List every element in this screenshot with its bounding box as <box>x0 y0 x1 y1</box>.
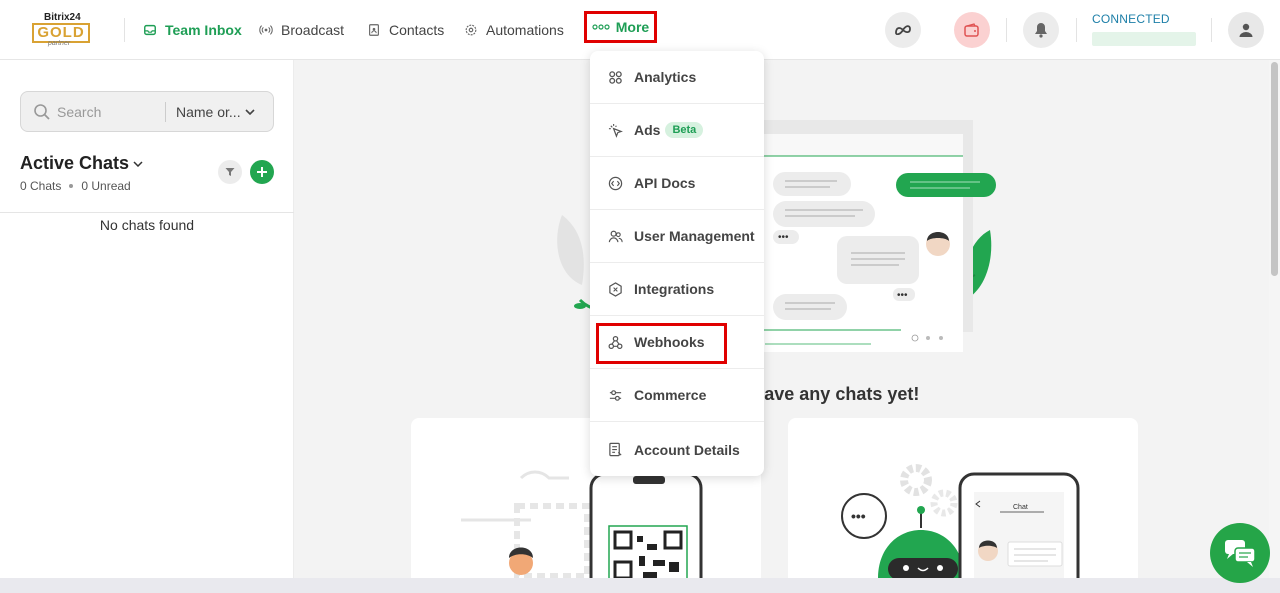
users-icon <box>608 230 623 242</box>
bell-icon <box>1035 23 1047 38</box>
wallet-button[interactable] <box>954 12 990 48</box>
menu-item-api-docs[interactable]: API Docs <box>590 157 764 210</box>
wallet-icon <box>964 23 979 37</box>
page-scrollbar[interactable] <box>1269 60 1280 578</box>
divider <box>1006 18 1007 42</box>
notifications-button[interactable] <box>1023 12 1059 48</box>
menu-item-analytics[interactable]: Analytics <box>590 51 764 104</box>
svg-text:•••: ••• <box>778 232 789 243</box>
contacts-icon <box>369 24 379 36</box>
brand-name: Bitrix24 <box>44 12 81 23</box>
sort-select-value: Name or... <box>176 103 241 120</box>
plus-icon <box>257 167 267 177</box>
nav-contacts[interactable]: Contacts <box>367 20 444 40</box>
webhooks-highlight-box <box>596 323 727 364</box>
svg-text:•••: ••• <box>897 290 908 301</box>
nav-broadcast[interactable]: Broadcast <box>259 20 344 40</box>
menu-item-commerce[interactable]: Commerce <box>590 369 764 422</box>
unread-count: 0 Unread <box>81 179 131 193</box>
connection-status-bar <box>1092 32 1196 46</box>
menu-item-account-details[interactable]: Account Details <box>590 423 764 476</box>
connection-status-label: CONNECTED <box>1092 12 1170 26</box>
more-dots-icon <box>592 24 610 30</box>
menu-item-label: Account Details <box>634 441 740 458</box>
menu-item-integrations[interactable]: Integrations <box>590 263 764 316</box>
chevron-down-icon <box>133 160 143 167</box>
scrollbar-thumb[interactable] <box>1271 62 1278 276</box>
chat-counts: 0 Chats 0 Unread <box>20 179 131 193</box>
chats-count: 0 Chats <box>20 179 62 193</box>
bottom-strip <box>0 578 1280 593</box>
brand-logo[interactable]: Bitrix24 GOLD partner <box>30 12 92 48</box>
user-icon <box>1239 23 1253 37</box>
menu-item-label: Analytics <box>634 69 697 85</box>
search-input[interactable] <box>57 103 165 120</box>
account-details-icon <box>609 442 622 457</box>
chat-bubbles-icon <box>1225 540 1256 567</box>
nav-more-label: More <box>615 19 650 35</box>
menu-item-ads[interactable]: Ads Beta <box>590 104 764 157</box>
illustration-chat-label: Chat <box>1013 504 1028 511</box>
chat-sidebar: Name or... Active Chats 0 Chats 0 Unread… <box>0 60 294 578</box>
menu-item-label: User Management <box>634 228 755 244</box>
search-divider <box>165 101 166 122</box>
brand-partner: partner <box>48 40 71 47</box>
more-dropdown-menu: Analytics Ads Beta API Docs User Managem… <box>590 51 764 476</box>
inbox-icon <box>144 24 156 36</box>
menu-item-label: Ads <box>634 122 661 138</box>
meta-icon <box>895 25 911 35</box>
filter-icon <box>225 168 235 176</box>
meta-button[interactable] <box>885 12 921 48</box>
gear-icon <box>465 24 477 36</box>
nav-automations-label: Automations <box>486 22 564 38</box>
main-panel: ••• ••• n't have any chats yet! ••• Chat <box>295 60 1269 578</box>
empty-chats-message: No chats found <box>99 217 195 233</box>
svg-text:•••: ••• <box>851 508 866 524</box>
menu-item-user-management[interactable]: User Management <box>590 210 764 263</box>
chatbot-card[interactable]: ••• Chat <box>788 418 1138 578</box>
chatbot-illustration: ••• Chat <box>841 464 1080 578</box>
api-docs-icon <box>608 176 623 190</box>
add-chat-button[interactable] <box>250 160 274 184</box>
commerce-icon <box>609 389 622 401</box>
user-avatar-button[interactable] <box>1228 12 1264 48</box>
menu-item-label: API Docs <box>634 175 696 191</box>
nav-automations[interactable]: Automations <box>464 20 564 40</box>
search-icon <box>34 103 50 120</box>
divider <box>124 18 125 42</box>
search-bar: Name or... <box>20 91 274 132</box>
chat-support-button[interactable] <box>1210 523 1270 583</box>
sort-select[interactable]: Name or... <box>176 104 255 120</box>
filter-button[interactable] <box>218 160 242 184</box>
divider <box>1211 18 1212 42</box>
menu-item-label: Commerce <box>634 387 707 403</box>
nav-team-inbox-label: Team Inbox <box>165 22 242 38</box>
ads-icon <box>608 123 623 138</box>
analytics-icon <box>609 70 622 84</box>
separator-dot <box>69 184 74 188</box>
nav-team-inbox[interactable]: Team Inbox <box>143 20 242 40</box>
chevron-down-icon <box>245 108 255 115</box>
divider <box>0 212 294 213</box>
active-chats-title: Active Chats <box>20 153 130 173</box>
nav-broadcast-label: Broadcast <box>281 22 345 38</box>
active-chats-dropdown[interactable]: Active Chats <box>20 153 143 174</box>
nav-more-button[interactable]: More <box>584 11 657 43</box>
divider <box>1076 18 1077 42</box>
beta-badge: Beta <box>665 122 704 138</box>
connection-status: CONNECTED <box>1092 12 1196 46</box>
menu-item-label: Integrations <box>634 281 715 297</box>
integrations-icon <box>609 281 622 297</box>
nav-contacts-label: Contacts <box>389 22 445 38</box>
empty-state-text: n't have any chats yet! <box>727 384 920 404</box>
broadcast-icon <box>259 25 273 35</box>
